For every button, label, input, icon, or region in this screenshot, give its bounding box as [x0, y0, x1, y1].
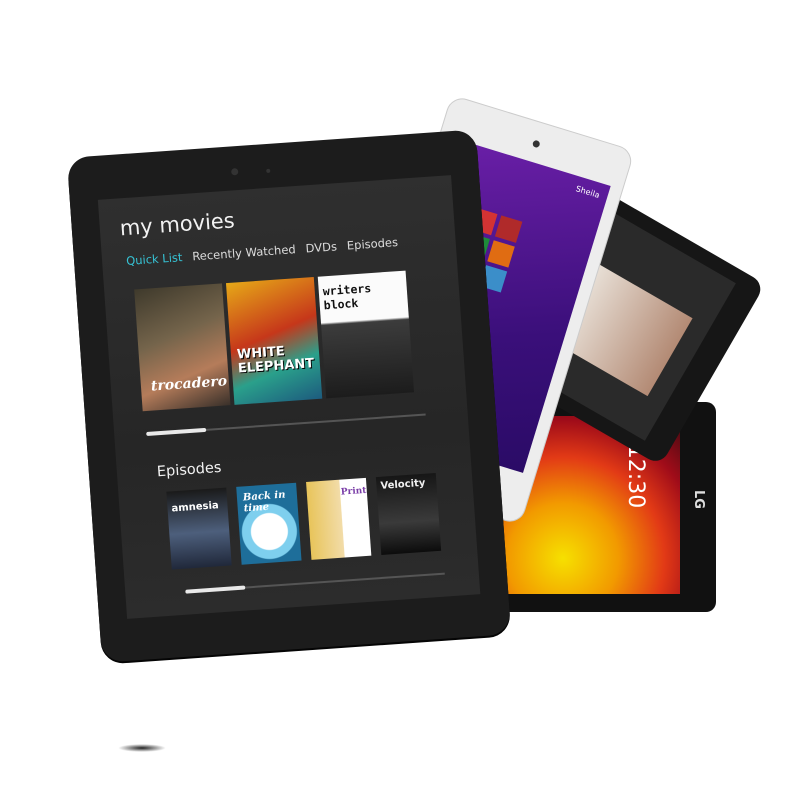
poster-back-in-time[interactable]: Back in time: [236, 482, 302, 565]
poster-title: WHITE ELEPHANT: [236, 344, 315, 377]
scrollbar-thumb[interactable]: [146, 427, 207, 437]
poster-writers-block[interactable]: writers block: [317, 270, 415, 399]
sensor-icon: [266, 168, 271, 174]
poster-title: Velocity: [380, 477, 426, 492]
poster-title: Printemp: [340, 484, 372, 498]
windows-user-name: Sheila: [574, 184, 601, 200]
poster-trocadero[interactable]: trocadero: [134, 283, 231, 412]
tile-music-icon: [494, 215, 523, 243]
tile-camera-icon: [487, 240, 515, 268]
poster-title: amnesia: [171, 500, 220, 515]
shadow-decoration: [118, 744, 166, 752]
poster-printemp[interactable]: Printemp: [306, 477, 372, 560]
poster-title: trocadero: [150, 373, 228, 395]
poster-title: Back in time: [242, 489, 286, 515]
episodes-scrollbar[interactable]: [185, 572, 445, 594]
camera-icon: [531, 139, 541, 149]
page-title: my movies: [119, 208, 236, 241]
movies-app-screen: ⚙ — ✕ my movies Quick List Recently Watc…: [97, 175, 481, 619]
tab-episodes[interactable]: Episodes: [346, 235, 398, 253]
poster-amnesia[interactable]: amnesia: [166, 487, 232, 570]
episodes-section-title: Episodes: [156, 459, 222, 481]
tab-dvds[interactable]: DVDs: [305, 239, 337, 255]
main-tablet: ⚙ — ✕ my movies Quick List Recently Watc…: [66, 129, 512, 663]
tab-bar: Quick List Recently Watched DVDs Episode…: [126, 235, 399, 268]
episodes-row: amnesia Back in time Printemp Velocity: [166, 472, 442, 570]
poster-title: writers block: [322, 281, 372, 313]
tab-recently-watched[interactable]: Recently Watched: [192, 242, 296, 263]
scrollbar-thumb[interactable]: [185, 585, 246, 594]
quick-list-row: trocadero WHITE ELEPHANT writers block: [134, 270, 415, 412]
tab-quick-list[interactable]: Quick List: [126, 250, 183, 268]
quick-list-scrollbar[interactable]: [146, 413, 426, 437]
poster-white-elephant[interactable]: WHITE ELEPHANT: [225, 276, 323, 405]
lg-logo: LG: [691, 490, 707, 509]
front-camera-icon: [230, 168, 239, 176]
poster-velocity[interactable]: Velocity: [375, 472, 442, 555]
